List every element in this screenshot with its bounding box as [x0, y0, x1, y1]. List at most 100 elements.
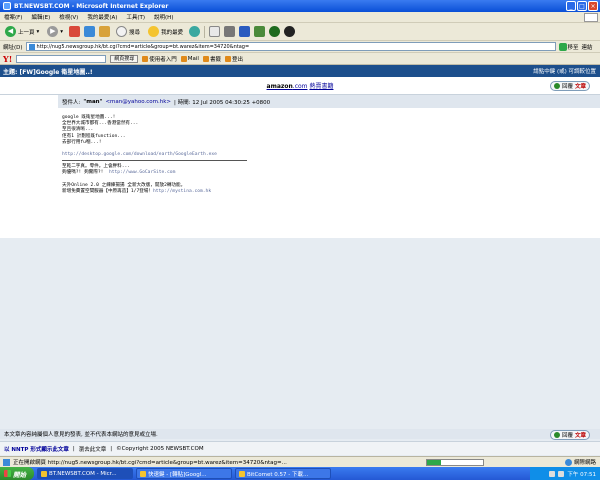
reply-button[interactable]: 回覆 文章: [549, 81, 590, 91]
address-input[interactable]: http://nug5.newsgroup.hk/bt.cgi?cmd=arti…: [25, 42, 556, 51]
history-icon[interactable]: [189, 26, 201, 37]
page-loading-icon: [3, 458, 10, 466]
forward-arrow-icon: ▶: [47, 26, 59, 37]
search-icon: [116, 26, 128, 37]
close-button[interactable]: ×: [588, 1, 598, 11]
back-arrow-icon: ◀: [5, 26, 16, 37]
sig2-line-2: 新增免費置空間服器【中原再造】1/7登場！http://mystina.com.…: [62, 188, 212, 194]
forward-button[interactable]: ▶ ▾: [45, 25, 65, 39]
chevron-down-icon[interactable]: ▾: [37, 29, 40, 35]
yahoo-logout[interactable]: 登出: [224, 55, 243, 63]
qq-icon[interactable]: [284, 26, 296, 37]
messenger-icon[interactable]: [269, 26, 281, 37]
zone-label: 網際網路: [573, 460, 596, 466]
folder-icon: [140, 470, 146, 477]
task-label: BitComet 0.57 - 下載...: [247, 471, 309, 478]
back-label: 上一頁: [18, 29, 35, 36]
refresh-icon[interactable]: [84, 26, 96, 37]
ie-icon: [41, 470, 47, 477]
window-titlebar: BT.NEWSBT.COM - Microsoft Internet Explo…: [0, 0, 600, 12]
yahoo-mail[interactable]: Mail: [180, 55, 199, 62]
mail-icon: [180, 55, 187, 62]
system-tray: 下午 07:51: [530, 467, 600, 480]
sig2-link[interactable]: http://mystina.com.hk: [153, 189, 211, 194]
window-title: BT.NEWSBT.COM - Microsoft Internet Explo…: [14, 2, 169, 10]
go-button[interactable]: 移至: [558, 42, 579, 51]
taskbar-item-ie[interactable]: BT.NEWSBT.COM - Micr...: [37, 468, 133, 479]
mail-icon[interactable]: [209, 26, 221, 37]
post-header: 發件人: "man" <man@yahoo.com.hk> | 時間: 12 J…: [58, 95, 600, 108]
taskbar-item-bitcomet[interactable]: BitComet 0.57 - 下載...: [235, 468, 331, 479]
tray-icon[interactable]: [558, 470, 565, 477]
menu-favorites[interactable]: 我的最愛(A): [87, 13, 117, 21]
post-email[interactable]: <man@yahoo.com.hk>: [105, 99, 171, 105]
toolbar: ◀ 上一頁 ▾ ▶ ▾ 搜尋 我的最愛: [0, 23, 600, 41]
yahoo-bookmarks-label: 書籤: [209, 56, 221, 63]
download-link[interactable]: http://desktop.google.com/download/earth…: [62, 152, 600, 158]
logout-icon: [224, 55, 231, 62]
minimize-button[interactable]: _: [566, 1, 576, 11]
toolbar-separator: [204, 25, 206, 38]
copyright: ©Copyright 2005 NEWSBT.COM: [116, 445, 204, 452]
ad-link[interactable]: amazon.com 熱賣書籍: [267, 81, 334, 90]
amazon-brand[interactable]: amazon.com: [267, 83, 308, 90]
next-article-link[interactable]: 瀏去此文章: [79, 445, 107, 453]
task-label: BT.NEWSBT.COM - Micr...: [49, 470, 117, 477]
links-label[interactable]: 連結: [582, 43, 593, 51]
yahoo-search-input[interactable]: [16, 54, 107, 63]
post: 發件人: "man" <man@yahoo.com.hk> | 時間: 12 J…: [0, 95, 600, 238]
disclaimer: 本文章內容純屬個人意見的發表, 並不代表本網站的意見或立場.: [0, 429, 600, 439]
start-button[interactable]: 開始: [0, 467, 34, 480]
reply-button-bottom[interactable]: 回覆 文章: [549, 430, 590, 440]
maximize-button[interactable]: □: [577, 1, 587, 11]
bestseller-link[interactable]: 熱賣書籍: [309, 83, 333, 90]
user-icon: [142, 55, 149, 62]
topic-title: 主題: [FW]Google 衛星地圖..!: [3, 68, 93, 76]
home-icon[interactable]: [99, 26, 111, 37]
yahoo-logo[interactable]: Y!: [3, 54, 12, 64]
bookmark-icon: [202, 55, 209, 62]
post-time: | 時間: 12 Jul 2005 04:30:25 +0800: [174, 99, 271, 106]
menu-view[interactable]: 檢視(V): [59, 13, 78, 21]
search-button[interactable]: 搜尋: [114, 25, 142, 39]
signature-divider: [62, 160, 247, 162]
tray-icon[interactable]: [549, 470, 556, 477]
post-sidebar: [0, 95, 58, 238]
address-label: 網址(D): [3, 44, 23, 51]
footer-bar: 以 NNTP 形式顯示此文章 | 瀏去此文章 | ©Copyright 2005…: [0, 441, 600, 455]
menu-file[interactable]: 檔案(F): [4, 13, 22, 21]
sig-link[interactable]: http://www.GoCarSite.com: [109, 170, 175, 175]
reply-icon: [553, 432, 560, 438]
favorites-button[interactable]: 我的最愛: [146, 25, 185, 39]
go-arrow-icon: [558, 42, 567, 51]
progress-fill: [427, 459, 441, 465]
nntp-link[interactable]: 以 NNTP 形式顯示此文章: [4, 445, 69, 453]
clock: 下午 07:51: [567, 471, 596, 478]
ad-strip: amazon.com 熱賣書籍 回覆 文章: [0, 77, 600, 95]
sender-label: 發件人:: [62, 99, 81, 106]
menu-tools[interactable]: 工具(T): [126, 13, 145, 21]
yahoo-user-entry[interactable]: 使用者入門: [142, 55, 177, 63]
footer-separator: |: [72, 445, 75, 452]
reply-label-article: 文章: [574, 84, 586, 90]
topic-hint: 請點中鍵 (或) 可調較位置: [533, 69, 596, 75]
print-icon[interactable]: [224, 26, 236, 37]
task-label: 快速鍵 - [轉貼]Googl...: [148, 471, 207, 478]
edit-icon[interactable]: [239, 26, 251, 37]
reply-icon: [553, 83, 560, 89]
yahoo-search-button[interactable]: 網頁搜尋: [110, 54, 139, 63]
bitcomet-icon: [239, 470, 245, 477]
address-url: http://nug5.newsgroup.hk/bt.cgi?cmd=arti…: [36, 43, 250, 50]
taskbar-item-shortcut[interactable]: 快速鍵 - [轉貼]Googl...: [136, 468, 232, 479]
yahoo-bookmarks[interactable]: 書籤: [202, 55, 221, 63]
stop-icon[interactable]: [69, 26, 81, 37]
favorites-label: 我的最愛: [161, 29, 184, 36]
back-button[interactable]: ◀ 上一頁 ▾: [3, 25, 41, 39]
post-body: google 既衛星地圖...! 全世界大城市都有...香港當然有... 至且很…: [58, 108, 600, 238]
discuss-icon[interactable]: [254, 26, 266, 37]
yahoo-toolbar: Y! 網頁搜尋 使用者入門 Mail 書籤 登出: [0, 53, 600, 65]
menu-help[interactable]: 說明(H): [154, 13, 173, 21]
chevron-down-icon[interactable]: ▾: [60, 29, 63, 35]
reply-label: 回覆: [561, 433, 573, 439]
menu-edit[interactable]: 編輯(E): [31, 13, 50, 21]
